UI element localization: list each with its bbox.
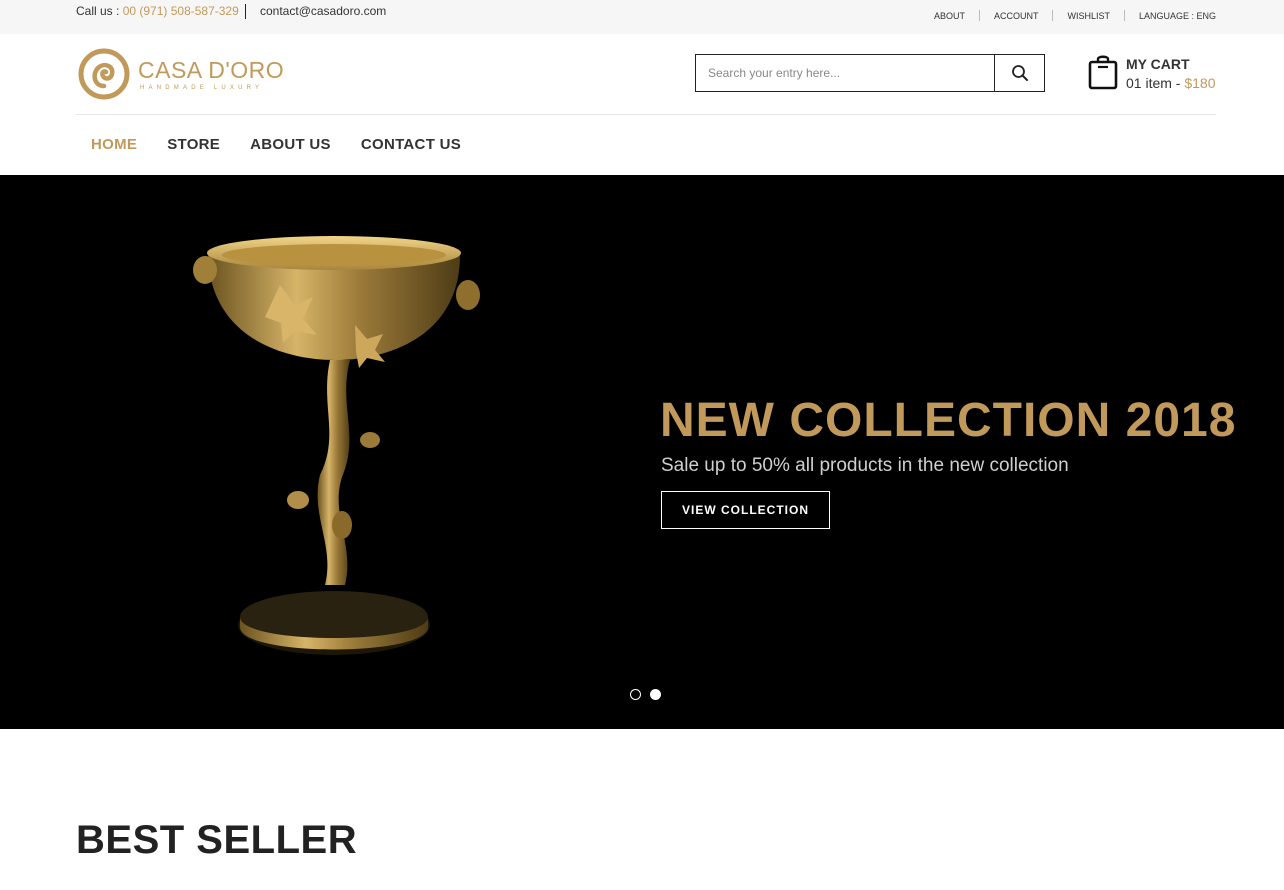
hero-subtitle: Sale up to 50% all products in the new c… <box>661 455 1069 476</box>
top-links: ABOUT ACCOUNT WISHLIST LANGUAGE : ENG <box>920 10 1216 21</box>
phone-number[interactable]: 00 (971) 508-587-329 <box>123 4 239 18</box>
cart-widget[interactable]: MY CART 01 item - $180 <box>1088 54 1228 94</box>
search-icon <box>1011 65 1028 81</box>
main-nav: HOME STORE ABOUT US CONTACT US <box>76 136 476 153</box>
nav-item-home[interactable]: HOME <box>76 136 152 153</box>
top-link-about[interactable]: ABOUT <box>920 11 979 21</box>
site-logo[interactable]: CASA D'ORO HANDMADE LUXURY <box>78 48 288 104</box>
hero-product-image <box>193 236 480 655</box>
search-input[interactable] <box>696 55 995 91</box>
cart-summary: 01 item - $180 <box>1126 75 1216 91</box>
logo-swirl-icon <box>78 48 130 100</box>
top-link-wishlist[interactable]: WISHLIST <box>1053 11 1124 21</box>
brand-tagline: HANDMADE LUXURY <box>140 85 264 91</box>
view-collection-button[interactable]: VIEW COLLECTION <box>661 491 830 529</box>
nav-item-about-us[interactable]: ABOUT US <box>235 136 346 153</box>
nav-item-contact-us[interactable]: CONTACT US <box>346 136 476 153</box>
shopping-bag-icon <box>1088 55 1118 90</box>
header-divider <box>76 114 1216 115</box>
search-box <box>695 54 1045 92</box>
search-button[interactable] <box>994 55 1044 91</box>
top-link-account[interactable]: ACCOUNT <box>980 11 1053 21</box>
call-info: Call us : 00 (971) 508-587-329 <box>76 4 239 18</box>
slider-dot-1[interactable] <box>630 689 641 700</box>
section-title-best-seller: BEST SELLER <box>76 818 358 862</box>
cart-title: MY CART <box>1126 56 1190 72</box>
divider <box>245 4 246 19</box>
hero-title: NEW COLLECTION 2018 <box>660 394 1237 447</box>
slider-dots <box>630 689 670 700</box>
call-label: Call us : <box>76 4 123 18</box>
nav-item-store[interactable]: STORE <box>152 136 235 153</box>
language-selector[interactable]: LANGUAGE : ENG <box>1125 11 1216 21</box>
top-bar: Call us : 00 (971) 508-587-329 contact@c… <box>0 0 1284 34</box>
brand-name: CASA D'ORO <box>138 57 285 83</box>
cart-total: $180 <box>1184 75 1216 91</box>
hero-slider: NEW COLLECTION 2018 Sale up to 50% all p… <box>0 175 1284 729</box>
email-link[interactable]: contact@casadoro.com <box>260 4 386 18</box>
cart-item-count: 01 item - <box>1126 75 1185 91</box>
slider-dot-2[interactable] <box>650 689 661 700</box>
